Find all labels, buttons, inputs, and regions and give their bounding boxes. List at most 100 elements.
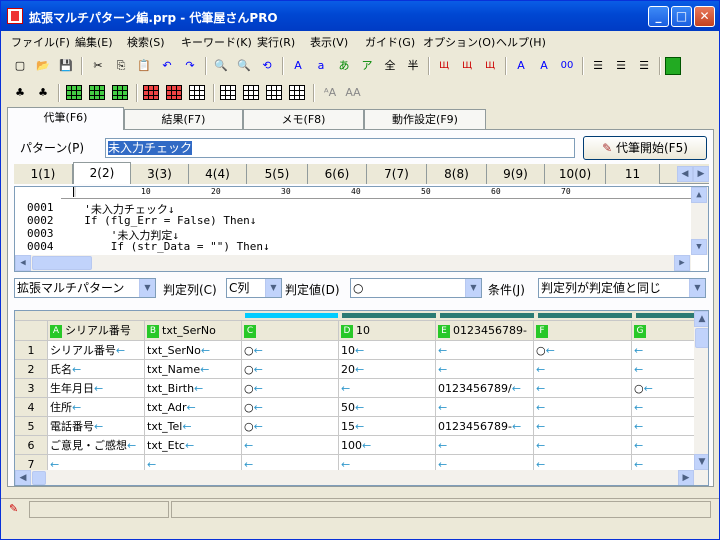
scroll-left-button[interactable]: ◀ xyxy=(15,255,31,271)
halfwidth-icon[interactable]: 半 xyxy=(402,56,424,76)
menu-guide[interactable]: ガイド(G) xyxy=(365,34,415,50)
num-tab-9[interactable]: 9(9) xyxy=(487,164,545,184)
num-tab-5[interactable]: 5(5) xyxy=(247,164,308,184)
tab-scroll-right-button[interactable]: ▶ xyxy=(693,166,709,182)
redo-icon[interactable]: ↷ xyxy=(179,56,201,76)
grid-cell[interactable]: 20← xyxy=(339,360,436,379)
grid-cell[interactable]: ← xyxy=(632,360,696,379)
insert-block-icon[interactable]: Щ xyxy=(456,56,478,76)
grid-cell[interactable]: 100← xyxy=(339,436,436,455)
grid-icon[interactable] xyxy=(220,85,236,100)
grid-cell[interactable]: ← xyxy=(339,379,436,398)
chevron-down-icon[interactable]: ▼ xyxy=(265,279,281,297)
menu-search[interactable]: 検索(S) xyxy=(127,34,165,50)
list-view-icon[interactable]: ☰ xyxy=(633,56,655,76)
grid-cell[interactable]: ← xyxy=(534,398,632,417)
grid-cell[interactable]: ○← xyxy=(242,341,339,360)
row-header[interactable]: 3 xyxy=(15,379,48,398)
grid-cell[interactable]: 0123456789-← xyxy=(436,417,534,436)
list-edit-icon[interactable]: ☰ xyxy=(610,56,632,76)
grid-cell[interactable]: ← xyxy=(632,398,696,417)
menu-options[interactable]: オプション(O) xyxy=(423,34,495,50)
grid-cell[interactable]: ← xyxy=(534,417,632,436)
grid-red-icon[interactable] xyxy=(166,85,182,100)
row-header[interactable]: 2 xyxy=(15,360,48,379)
menu-help[interactable]: ヘルプ(H) xyxy=(496,34,546,50)
cut-icon[interactable]: ✂ xyxy=(87,56,109,76)
grid-green-icon[interactable] xyxy=(112,85,128,100)
grid-cell[interactable]: シリアル番号← xyxy=(48,341,145,360)
align-left-icon[interactable]: A xyxy=(510,56,532,76)
row-header[interactable]: 5 xyxy=(15,417,48,436)
grid-icon[interactable] xyxy=(243,85,259,100)
col-header-b[interactable]: Btxt_SerNo xyxy=(145,321,242,341)
code-editor[interactable]: 10 20 30 40 50 60 70 0001 '未入力チェック↓ 0002… xyxy=(14,186,709,272)
scroll-down-button[interactable]: ▼ xyxy=(691,239,707,255)
cond-select[interactable]: 判定列が判定値と同じ ▼ xyxy=(538,278,706,298)
scroll-down-button[interactable]: ▼ xyxy=(694,454,708,470)
grid-cell[interactable]: 氏名← xyxy=(48,360,145,379)
tab-scroll-left-button[interactable]: ◀ xyxy=(677,166,693,182)
chevron-down-icon[interactable]: ▼ xyxy=(689,279,705,297)
tab-daihitsu[interactable]: 代筆(F6) xyxy=(7,107,124,130)
tab-result[interactable]: 結果(F7) xyxy=(124,109,243,129)
grid-cell[interactable]: 0123456789/← xyxy=(436,379,534,398)
grid-cell[interactable]: ← xyxy=(632,436,696,455)
judge-col-select[interactable]: C列 ▼ xyxy=(226,278,282,298)
replace-icon[interactable]: ⟲ xyxy=(256,56,278,76)
row-header[interactable]: 4 xyxy=(15,398,48,417)
editor-vscrollbar[interactable]: ▲ ▼ xyxy=(691,187,708,255)
group-icon[interactable]: ♣ xyxy=(9,83,31,103)
chevron-down-icon[interactable]: ▼ xyxy=(139,279,155,297)
copy-icon[interactable]: ⎘ xyxy=(110,56,132,76)
menu-file[interactable]: ファイル(F) xyxy=(11,34,70,50)
grid-cell[interactable]: 10← xyxy=(339,341,436,360)
col-header-g[interactable]: G xyxy=(632,321,696,341)
fullwidth-alpha-icon[interactable]: A xyxy=(287,56,309,76)
grid-cell[interactable]: txt_Name← xyxy=(145,360,242,379)
save-icon[interactable]: 💾 xyxy=(55,56,77,76)
grid-cell[interactable]: 電話番号← xyxy=(48,417,145,436)
start-button[interactable]: ✎ 代筆開始(F5) xyxy=(583,136,707,160)
grid-hscrollbar[interactable]: ◀ ▶ xyxy=(15,470,708,485)
grid-cell[interactable]: ← xyxy=(436,341,534,360)
col-header-c[interactable]: C xyxy=(242,321,339,341)
grid-cell[interactable]: txt_Tel← xyxy=(145,417,242,436)
grid-cell[interactable]: ○← xyxy=(632,379,696,398)
num-tab-6[interactable]: 6(6) xyxy=(308,164,367,184)
minimize-button[interactable]: _ xyxy=(648,6,669,27)
grid-cell[interactable]: ← xyxy=(534,379,632,398)
row-header[interactable]: 6 xyxy=(15,436,48,455)
undo-icon[interactable]: ↶ xyxy=(156,56,178,76)
new-icon[interactable]: ▢ xyxy=(9,56,31,76)
grid-red-icon[interactable] xyxy=(143,85,159,100)
num-tab-7[interactable]: 7(7) xyxy=(367,164,427,184)
grid-cell[interactable]: 15← xyxy=(339,417,436,436)
col-header-a[interactable]: A シリアル番号 xyxy=(48,321,145,341)
title-bar[interactable]: 拡張マルチパターン編.prp - 代筆屋さんPRO _ □ ✕ xyxy=(1,1,719,31)
align-right-icon[interactable]: A xyxy=(533,56,555,76)
grid-cell[interactable]: ← xyxy=(534,360,632,379)
num-tab-8[interactable]: 8(8) xyxy=(427,164,487,184)
editor-hscrollbar[interactable]: ◀ ▶ xyxy=(15,255,691,271)
zero-pad-icon[interactable]: 00 xyxy=(556,56,578,76)
grid-cell[interactable]: txt_Birth← xyxy=(145,379,242,398)
grid-cell[interactable]: ← xyxy=(632,341,696,360)
hiragana-icon[interactable]: あ xyxy=(333,56,355,76)
grid-cell[interactable]: ← xyxy=(242,436,339,455)
grid-icon[interactable] xyxy=(266,85,282,100)
grid-green-icon[interactable] xyxy=(89,85,105,100)
col-header-f[interactable]: F xyxy=(534,321,632,341)
halfwidth-alpha-icon[interactable]: a xyxy=(310,56,332,76)
grid-cell[interactable]: ← xyxy=(436,398,534,417)
num-tab-2[interactable]: 2(2) xyxy=(73,162,131,184)
menu-run[interactable]: 実行(R) xyxy=(257,34,295,50)
open-icon[interactable]: 📂 xyxy=(32,56,54,76)
grid-cell[interactable]: ○← xyxy=(242,398,339,417)
close-button[interactable]: ✕ xyxy=(694,6,715,27)
font-large-icon[interactable]: AA xyxy=(342,83,364,103)
grid-green-icon[interactable] xyxy=(66,85,82,100)
scroll-right-button[interactable]: ▶ xyxy=(674,255,690,271)
col-header-e[interactable]: E 0123456789- xyxy=(436,321,534,341)
grid-cell[interactable]: txt_Etc← xyxy=(145,436,242,455)
